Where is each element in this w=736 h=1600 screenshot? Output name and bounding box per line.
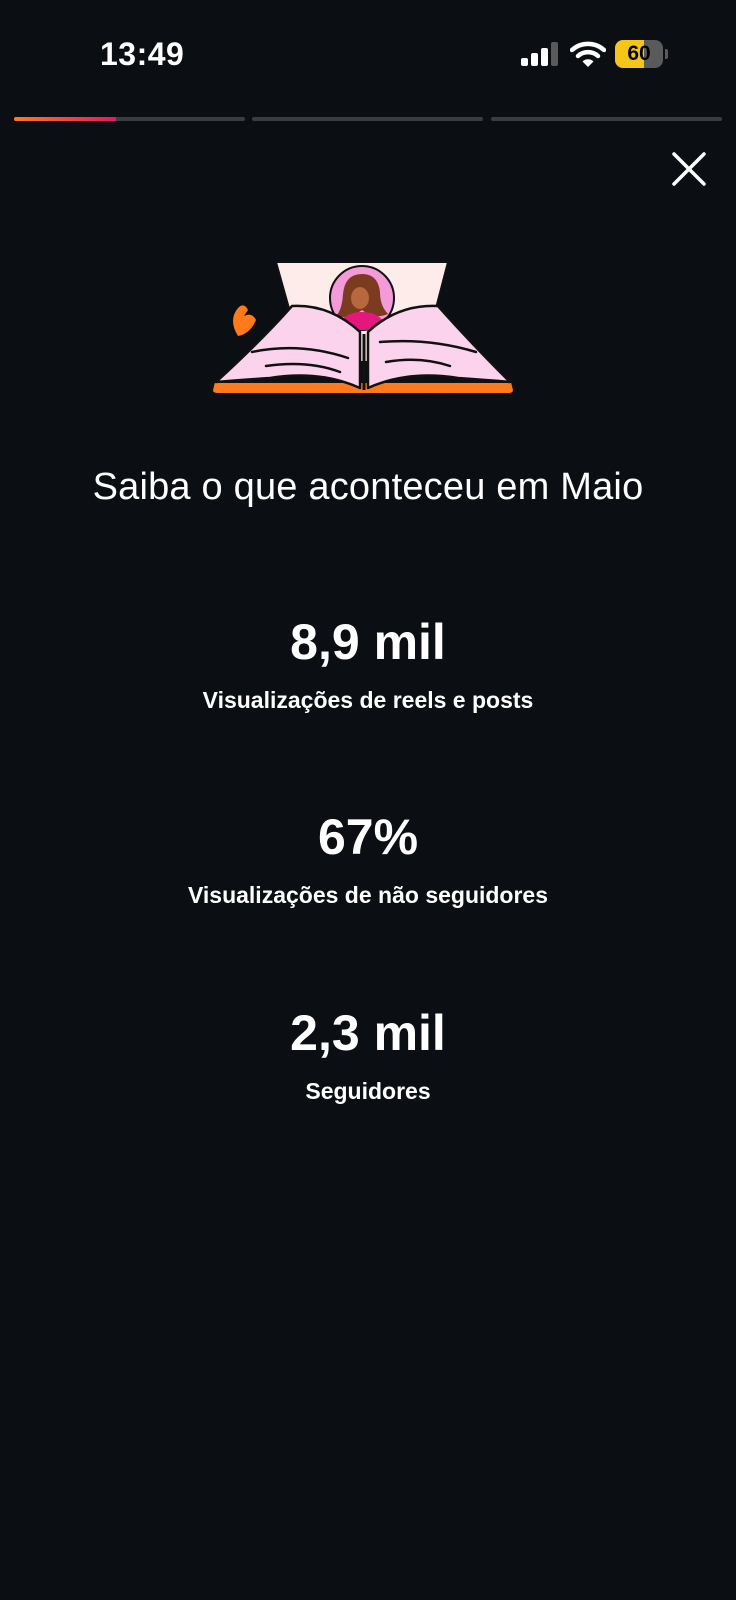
status-bar: 13:49 60 [0,0,736,100]
metric-non-followers-value: 67% [317,809,419,865]
signal-bar-4 [551,42,558,66]
wifi-icon [570,41,606,67]
signal-bar-3 [541,48,548,66]
battery-icon: 60 [615,40,668,68]
progress-segment-1 [14,117,245,121]
close-button[interactable] [666,146,712,192]
signal-bar-2 [531,53,538,66]
metric-followers-value: 2,3 mil [290,1005,446,1061]
metric-followers-label: Seguidores [305,1078,431,1104]
status-time: 13:49 [100,36,185,72]
metric-views-label: Visualizações de reels e posts [202,687,534,713]
page-title: Saiba o que aconteceu em Maio [92,466,644,508]
open-book-icon [210,261,516,395]
battery-tip [665,49,668,59]
battery-level: 60 [627,42,651,65]
signal-bar-1 [521,58,528,66]
metric-non-followers-label: Visualizações de não seguidores [187,882,549,908]
metric-views-value: 8,9 mil [290,614,446,670]
progress-fill [14,117,116,121]
close-icon [672,152,706,186]
progress-segment-2 [252,117,483,121]
signal-icon [521,42,559,66]
story-progress [14,117,722,121]
progress-segment-3 [491,117,722,121]
battery-body: 60 [615,40,663,68]
